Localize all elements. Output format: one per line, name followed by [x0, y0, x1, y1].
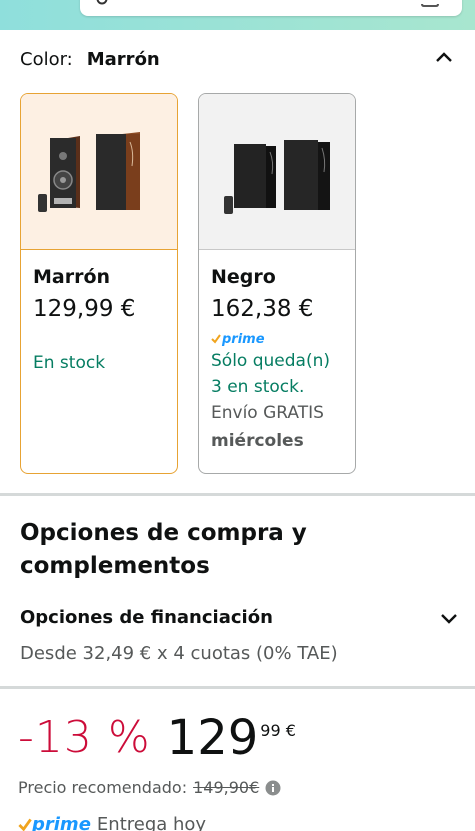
financing-subtitle: Desde 32,49 € x 4 cuotas (0% TAE) [20, 643, 338, 664]
chevron-up-icon[interactable] [433, 46, 455, 68]
stock-status-line2: 3 en stock. [211, 377, 305, 397]
variant-name: Marrón [33, 266, 111, 288]
section-divider [0, 493, 475, 496]
buying-options-title: Opciones de compra y complementos [20, 517, 450, 583]
variant-card-negro[interactable]: Negro 162,38 € prime Sólo queda(n) 3 en … [198, 93, 356, 474]
discount-percent: -13 % [18, 712, 151, 763]
section-divider [0, 686, 475, 689]
list-price-label: Precio recomendado: [18, 778, 188, 797]
prime-check-icon [211, 334, 221, 344]
color-label: Color: [20, 48, 73, 70]
prime-label: prime [222, 331, 265, 347]
price-cents: 99 € [260, 721, 296, 740]
search-input[interactable] [80, 0, 462, 16]
title-line-2: complementos [20, 553, 210, 579]
speakers-black-image [224, 139, 330, 214]
financing-options-toggle[interactable]: Opciones de financiación [20, 604, 460, 632]
prime-badge: prime [211, 330, 343, 348]
shipping-text: Envío GRATIS [211, 403, 324, 423]
price-whole: 129 [166, 710, 259, 766]
product-image-negro [199, 94, 355, 250]
variant-price: 129,99 € [33, 296, 136, 322]
product-image-marron [21, 94, 177, 250]
chevron-down-icon[interactable] [438, 607, 460, 629]
selected-color: Marrón [86, 48, 160, 70]
variant-name: Negro [211, 266, 276, 288]
prime-check-icon [18, 818, 32, 831]
prime-label: prime [32, 814, 91, 831]
title-line-1: Opciones de compra y [20, 520, 307, 546]
prime-badge: prime [18, 813, 91, 831]
stock-status-line1: Sólo queda(n) [211, 351, 330, 371]
delivery-row: prime Entrega hoy [18, 813, 206, 831]
list-price-value: 149,90€ [193, 778, 260, 797]
speakers-brown-image [38, 131, 140, 212]
info-icon[interactable] [265, 780, 281, 796]
camera-icon[interactable] [420, 0, 440, 8]
price-block: -13 % 129 99 € [18, 708, 296, 768]
variant-price: 162,38 € [211, 296, 314, 322]
search-icon [96, 0, 108, 5]
variant-card-marron[interactable]: Marrón 129,99 € En stock [20, 93, 178, 474]
color-selector-header[interactable]: Color: Marrón [20, 46, 455, 72]
financing-title: Opciones de financiación [20, 607, 273, 628]
list-price-row: Precio recomendado: 149,90€ [18, 777, 281, 799]
shipping-day: miércoles [211, 431, 304, 451]
delivery-text: Entrega hoy [96, 814, 207, 831]
stock-status: En stock [33, 353, 106, 373]
